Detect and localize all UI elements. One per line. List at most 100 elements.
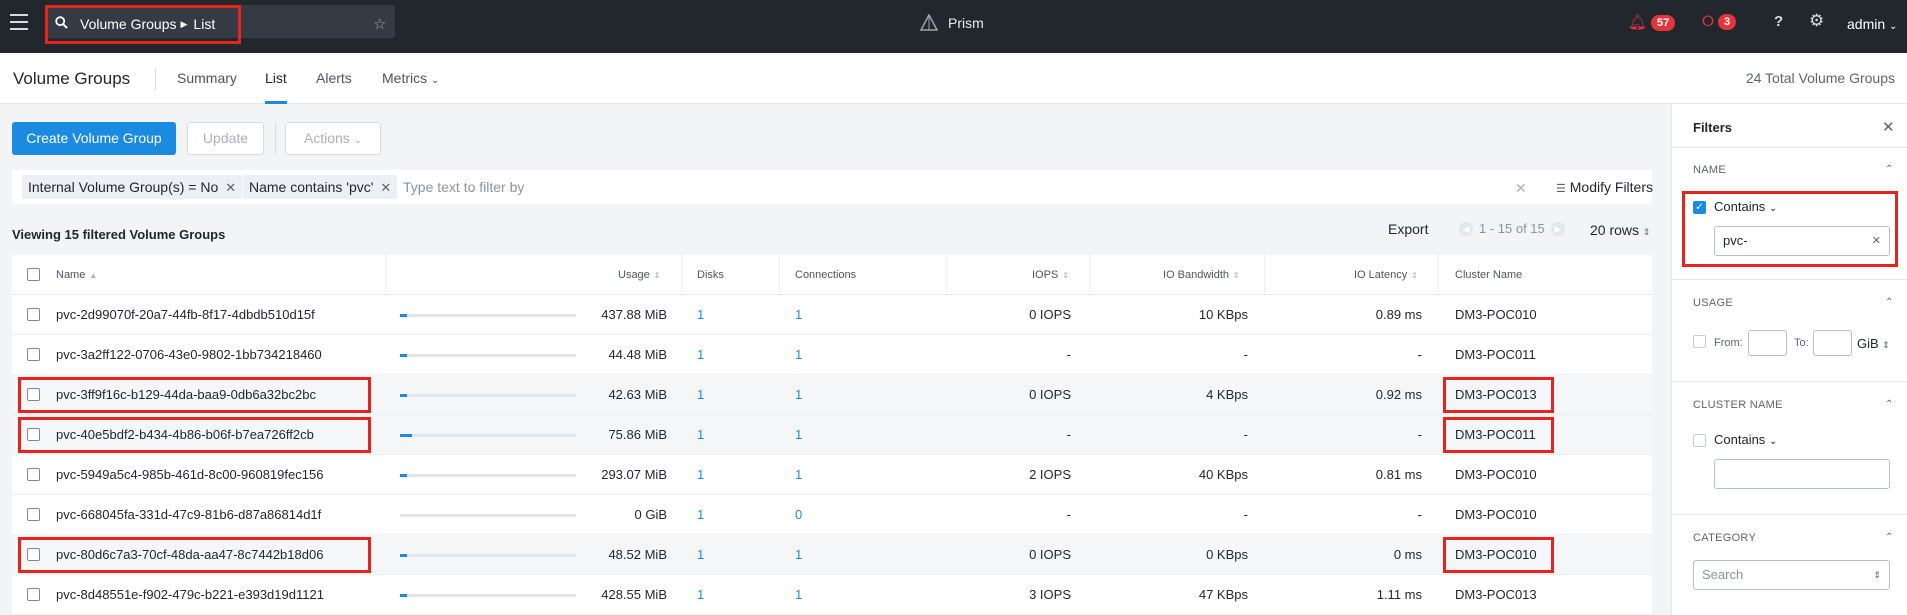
tab-summary[interactable]: Summary (177, 70, 237, 86)
category-search-select[interactable]: Search ⇕ (1693, 560, 1890, 590)
table-row[interactable]: pvc-5949a5c4-985b-461d-8c00-960819fec156… (12, 455, 1652, 495)
usage-from-input[interactable] (1748, 330, 1787, 356)
alerts-button[interactable]: 🔔︎ 57 (1628, 13, 1676, 31)
table-row[interactable]: pvc-2d99070f-20a7-44fb-8f17-4dbdb510d15f… (12, 295, 1652, 335)
cell-name[interactable]: pvc-2d99070f-20a7-44fb-8f17-4dbdb510d15f (56, 307, 315, 322)
gear-icon[interactable]: ⚙ (1809, 11, 1824, 31)
cell-connections[interactable]: 0 (795, 507, 802, 522)
cell-disks[interactable]: 1 (697, 387, 704, 402)
name-contains-checkbox[interactable]: ✓ (1693, 201, 1706, 214)
user-menu[interactable]: admin ⌄ (1847, 16, 1897, 32)
cell-name[interactable]: pvc-3ff9f16c-b129-44da-baa9-0db6a32bc2bc (56, 387, 316, 402)
row-checkbox[interactable] (27, 508, 40, 521)
cell-disks[interactable]: 1 (697, 547, 704, 562)
cell-name[interactable]: pvc-80d6c7a3-70cf-48da-aa47-8c7442b18d06 (56, 547, 323, 562)
next-page-icon[interactable]: ▶ (1550, 221, 1565, 236)
breadcrumb-section[interactable]: Volume Groups (80, 16, 177, 32)
table-row[interactable]: pvc-40e5bdf2-b434-4b86-b06f-b7ea726ff2cb… (12, 415, 1652, 455)
hamburger-menu-icon[interactable] (10, 14, 28, 30)
row-checkbox[interactable] (27, 388, 40, 401)
update-button[interactable]: Update (187, 122, 264, 155)
cell-disks[interactable]: 1 (697, 427, 704, 442)
sort-updown-icon: ⇕ (1642, 227, 1651, 237)
filter-text-input[interactable]: Type text to filter by (403, 179, 524, 195)
table-row[interactable]: pvc-8d48551e-f902-479c-b221-e393d19d1121… (12, 575, 1652, 615)
chevron-up-icon[interactable]: ⌃ (1885, 399, 1893, 410)
table-row[interactable]: pvc-668045fa-331d-47c9-81b6-d87a86814d1f… (12, 495, 1652, 535)
row-checkbox[interactable] (27, 468, 40, 481)
chevron-up-icon[interactable]: ⌃ (1885, 164, 1893, 175)
clear-input-icon[interactable]: ✕ (1872, 227, 1881, 255)
breadcrumb-view[interactable]: List (193, 16, 215, 32)
header-io-bandwidth[interactable]: IO Bandwidth ⇕ (1163, 269, 1240, 281)
row-checkbox[interactable] (27, 428, 40, 441)
remove-filter-icon[interactable]: ✕ (225, 180, 236, 195)
chevron-up-icon[interactable]: ⌃ (1885, 297, 1893, 308)
row-checkbox[interactable] (27, 548, 40, 561)
header-usage-label: Usage (618, 269, 650, 281)
prev-page-icon[interactable]: ◀ (1459, 221, 1473, 236)
cell-connections[interactable]: 1 (795, 587, 802, 602)
cell-disks[interactable]: 1 (697, 587, 704, 602)
search-icon[interactable] (55, 16, 68, 29)
cell-disks[interactable]: 1 (697, 467, 704, 482)
name-filter-input[interactable]: pvc- ✕ (1714, 226, 1890, 256)
tab-metrics[interactable]: Metrics ⌄ (382, 70, 439, 86)
clear-filters-icon[interactable]: ✕ (1515, 180, 1527, 197)
cell-name[interactable]: pvc-40e5bdf2-b434-4b86-b06f-b7ea726ff2cb (56, 427, 314, 442)
cell-connections[interactable]: 1 (795, 467, 802, 482)
usage-section-title[interactable]: USAGE (1693, 297, 1733, 309)
row-checkbox[interactable] (27, 308, 40, 321)
row-checkbox[interactable] (27, 348, 40, 361)
header-io-latency[interactable]: IO Latency ⇕ (1354, 269, 1418, 281)
usage-to-input[interactable] (1813, 330, 1852, 356)
create-volume-group-button[interactable]: Create Volume Group (12, 122, 176, 155)
cell-disks[interactable]: 1 (697, 307, 704, 322)
usage-checkbox[interactable] (1693, 335, 1706, 348)
table-row[interactable]: pvc-3ff9f16c-b129-44da-baa9-0db6a32bc2bc… (12, 375, 1652, 415)
chevron-up-icon[interactable]: ⌃ (1885, 532, 1893, 543)
row-checkbox[interactable] (27, 588, 40, 601)
cell-disks[interactable]: 1 (697, 347, 704, 362)
table-row[interactable]: pvc-3a2ff122-0706-43e0-9802-1bb734218460… (12, 335, 1652, 375)
cell-name[interactable]: pvc-3a2ff122-0706-43e0-9802-1bb734218460 (56, 347, 322, 362)
critical-events-button[interactable]: ⭘ 3 (1702, 13, 1737, 30)
tab-alerts[interactable]: Alerts (316, 70, 352, 86)
cell-connections[interactable]: 1 (795, 547, 802, 562)
modify-filters-button[interactable]: ☰ Modify Filters (1556, 179, 1653, 195)
name-section-title[interactable]: NAME (1693, 164, 1726, 176)
cluster-contains-checkbox[interactable] (1693, 434, 1706, 447)
cluster-filter-input[interactable] (1714, 459, 1890, 489)
usage-bar (400, 514, 576, 517)
cell-name[interactable]: pvc-8d48551e-f902-479c-b221-e393d19d1121 (56, 587, 324, 602)
cell-io-latency: 0 ms (1393, 547, 1422, 562)
header-iops[interactable]: IOPS ⇕ (1032, 269, 1069, 281)
category-section-title[interactable]: CATEGORY (1693, 532, 1756, 544)
header-name[interactable]: Name ▲ (56, 269, 97, 281)
cluster-name-section-title[interactable]: CLUSTER NAME (1693, 399, 1783, 411)
star-icon[interactable]: ☆ (373, 15, 386, 33)
select-all-checkbox[interactable] (27, 268, 40, 281)
close-icon[interactable]: ✕ (1882, 118, 1895, 136)
cluster-operator-label: Contains (1714, 432, 1766, 447)
header-usage[interactable]: Usage ⇕ (618, 269, 661, 281)
export-button[interactable]: Export (1388, 221, 1428, 237)
cell-connections[interactable]: 1 (795, 347, 802, 362)
cell-name[interactable]: pvc-5949a5c4-985b-461d-8c00-960819fec156 (56, 467, 323, 482)
tab-list[interactable]: List (265, 70, 287, 86)
cell-connections[interactable]: 1 (795, 387, 802, 402)
help-icon[interactable]: ? (1774, 13, 1783, 30)
cell-connections[interactable]: 1 (795, 307, 802, 322)
breadcrumb[interactable]: Volume Groups ▶ List (80, 16, 215, 32)
brand: Prism (920, 14, 984, 32)
cell-disks[interactable]: 1 (697, 507, 704, 522)
cell-name[interactable]: pvc-668045fa-331d-47c9-81b6-d87a86814d1f (56, 507, 321, 522)
usage-unit-select[interactable]: GiB ⇕ (1857, 336, 1890, 351)
cluster-operator-dropdown[interactable]: Contains ⌄ (1714, 432, 1777, 447)
remove-filter-icon[interactable]: ✕ (380, 180, 391, 195)
actions-dropdown[interactable]: Actions ⌄ (285, 122, 381, 155)
rows-per-page-select[interactable]: 20 rows ⇕ (1590, 222, 1650, 238)
cell-connections[interactable]: 1 (795, 427, 802, 442)
table-row[interactable]: pvc-80d6c7a3-70cf-48da-aa47-8c7442b18d06… (12, 535, 1652, 575)
name-operator-dropdown[interactable]: Contains ⌄ (1714, 199, 1777, 214)
